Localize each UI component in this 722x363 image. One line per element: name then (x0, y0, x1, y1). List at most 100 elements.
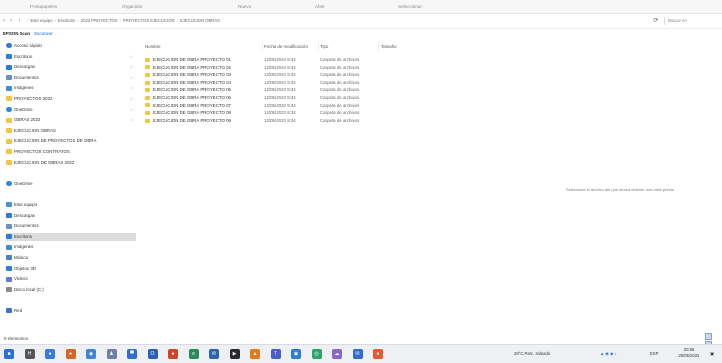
dl-icon (6, 212, 12, 218)
taskbar-teams-icon[interactable]: T (270, 349, 281, 359)
file-row[interactable]: EJECUCION DE OBRA PROYECTO 03 12/05/2022 … (145, 71, 405, 78)
taskbar-weather-icon[interactable]: ☁ (332, 349, 342, 359)
forward-icon[interactable]: › (10, 18, 12, 24)
sidebar-item[interactable]: PROYECTOS CONTRATOS (6, 148, 136, 156)
file-type: Carpeta de archivos (320, 64, 360, 70)
breadcrumb-segment[interactable]: Escritorio (58, 18, 75, 23)
taskbar-mail-icon[interactable]: ✉ (209, 349, 219, 359)
file-row[interactable]: EJECUCION DE OBRA PROYECTO 06 12/05/2022 … (145, 94, 405, 101)
folder-icon (6, 159, 12, 165)
sidebar-item[interactable]: Documentos (6, 222, 136, 230)
file-date: 12/05/2022 9:34 (264, 95, 296, 100)
taskbar-explorer-icon[interactable]: ▀ (127, 349, 137, 359)
sidebar-item[interactable]: OneDrive (6, 180, 136, 188)
notifications-icon[interactable]: ▣ (710, 349, 714, 359)
taskbar-ppt-icon[interactable]: ● (373, 349, 383, 359)
sidebar-item[interactable]: Música (6, 254, 136, 262)
breadcrumb-separator-icon[interactable]: › (77, 18, 78, 23)
sidebar-item[interactable]: Imágenes ✓ (6, 84, 136, 92)
file-row[interactable]: EJECUCION DE OBRA PROYECTO 04 12/05/2022 … (145, 79, 405, 86)
sidebar-item[interactable]: Escritorio ✓ (6, 53, 136, 61)
sidebar-item[interactable]: Disco local (C:) (6, 286, 136, 294)
sidebar-item[interactable]: Red (6, 307, 136, 315)
sidebar-item[interactable]: Descargas ✓ (6, 63, 136, 71)
language-indicator[interactable]: ESP (650, 349, 658, 359)
ribbon-group-label: Nuevo (238, 4, 252, 9)
sidebar-item-label: Documentos (14, 74, 39, 80)
pin-icon: ✓ (130, 117, 134, 123)
taskbar-search-icon[interactable]: H (24, 349, 35, 359)
clock[interactable]: 20:55 25/05/2022 (673, 347, 705, 359)
column-header-date[interactable]: Fecha de modificación (264, 43, 308, 51)
sidebar-item[interactable]: EJECUCION DE OBRAS 2022 (6, 159, 136, 167)
sidebar-item[interactable]: Documentos ✓ (6, 74, 136, 82)
breadcrumb-segment[interactable]: EJECUCION OBRAS (180, 18, 220, 23)
sidebar-item[interactable]: EJECUCION OBRAS (6, 127, 136, 135)
sidebar-item[interactable]: Acceso rápido (6, 42, 136, 50)
folder-icon (145, 88, 150, 93)
taskbar-store-icon[interactable]: ◆ (86, 349, 96, 359)
sidebar-item[interactable]: PROYECTOS 2022 ✓ (6, 95, 136, 103)
pin-icon: ✓ (130, 64, 134, 70)
taskbar-photos-icon[interactable]: ◎ (311, 349, 322, 359)
sidebar-item[interactable]: Descargas (6, 212, 136, 220)
sidebar-item[interactable]: Escritorio (6, 232, 136, 241)
weather-widget[interactable]: 28°C Parc. soleado (514, 349, 550, 359)
breadcrumb-separator-icon[interactable]: › (27, 18, 28, 23)
breadcrumb-segment[interactable]: PROYECTOS EJECUCION (123, 18, 175, 23)
tray-icons[interactable]: ▲ ◉ ◆ ♪ (600, 349, 617, 359)
sidebar-item[interactable]: Objetos 3D (6, 265, 136, 273)
refresh-icon[interactable]: ⟳ (652, 17, 660, 25)
column-header-type[interactable]: Tipo (320, 43, 328, 51)
taskbar-chrome2-icon[interactable]: ● (168, 349, 178, 359)
taskbar-maps-icon[interactable]: ◉ (291, 349, 301, 359)
sidebar-item-label: Descargas (14, 212, 35, 218)
column-header-name[interactable]: Nombre (145, 43, 161, 51)
sidebar-item-label: Objetos 3D (14, 265, 36, 271)
file-row[interactable]: EJECUCION DE OBRA PROYECTO 05 12/05/2022 … (145, 86, 405, 93)
taskbar-chrome-icon[interactable]: ● (45, 349, 55, 359)
details-view-icon[interactable] (705, 333, 712, 340)
back-icon[interactable]: ‹ (3, 18, 5, 24)
sidebar-item[interactable]: Imágenes (6, 243, 136, 251)
scan-button[interactable]: Escanear (34, 31, 53, 36)
file-row[interactable]: EJECUCION DE OBRA PROYECTO 09 12/05/2022 … (145, 117, 405, 124)
breadcrumb-separator-icon[interactable]: › (55, 18, 56, 23)
taskbar-start-icon[interactable]: ■ (4, 349, 14, 359)
file-row[interactable]: EJECUCION DE OBRA PROYECTO 02 12/05/2022 … (145, 64, 405, 71)
breadcrumb-segment[interactable]: Este equipo (30, 18, 52, 23)
music-icon (6, 255, 12, 261)
file-row[interactable]: EJECUCION DE OBRA PROYECTO 01 12/05/2022 … (145, 56, 405, 63)
pc-icon (6, 202, 12, 208)
sidebar-item[interactable]: EJECUCION DE PROYECTOS DE OBRA (6, 137, 136, 145)
taskbar-firefox-icon[interactable]: ● (65, 349, 76, 359)
taskbar-mail2-icon[interactable]: ✉ (352, 349, 363, 359)
pin-icon: ✓ (130, 96, 134, 101)
sidebar-item[interactable]: OBRAS 2022 ✓ (6, 116, 136, 124)
file-type: Carpeta de archivos (320, 117, 360, 123)
search-input[interactable]: Buscar en (664, 17, 718, 25)
column-header-size[interactable]: Tamaño (381, 43, 397, 51)
vid-icon (6, 276, 12, 282)
taskbar-media-icon[interactable]: ▶ (229, 349, 240, 359)
file-row[interactable]: EJECUCION DE OBRA PROYECTO 07 12/05/2022 … (145, 102, 405, 109)
sidebar-item[interactable]: OneDrive ✓ (6, 106, 136, 114)
command-bar: EPSON Scan Escanear (3, 31, 53, 38)
up-icon[interactable]: ↑ (18, 18, 21, 24)
breadcrumb-separator-icon[interactable]: › (176, 18, 177, 23)
taskbar-vlc-icon[interactable]: ▲ (250, 349, 260, 359)
sidebar-item[interactable]: Este equipo (6, 201, 136, 209)
taskbar-outlook-icon[interactable]: O (147, 349, 158, 359)
sidebar-item[interactable]: Vídeos (6, 275, 136, 283)
status-bar-count: 9 elementos (4, 336, 28, 341)
folder-icon (145, 95, 150, 100)
folder-icon (145, 73, 150, 78)
breadcrumb-segment[interactable]: 2022 PROYECTOS (81, 18, 118, 23)
ribbon: Portapapeles Organizar Nuevo Abrir Seleccion… (0, 0, 722, 14)
address-bar[interactable]: › Este equipo › Escritorio › 2022 PROYECTOS › P… (27, 17, 627, 25)
breadcrumb-separator-icon[interactable]: › (120, 18, 121, 23)
file-row[interactable]: EJECUCION DE OBRA PROYECTO 08 12/05/2022 … (145, 109, 405, 116)
taskbar-people-icon[interactable]: ♟ (106, 349, 117, 359)
taskbar-edge-icon[interactable]: e (188, 349, 199, 359)
blue-icon (6, 234, 12, 240)
